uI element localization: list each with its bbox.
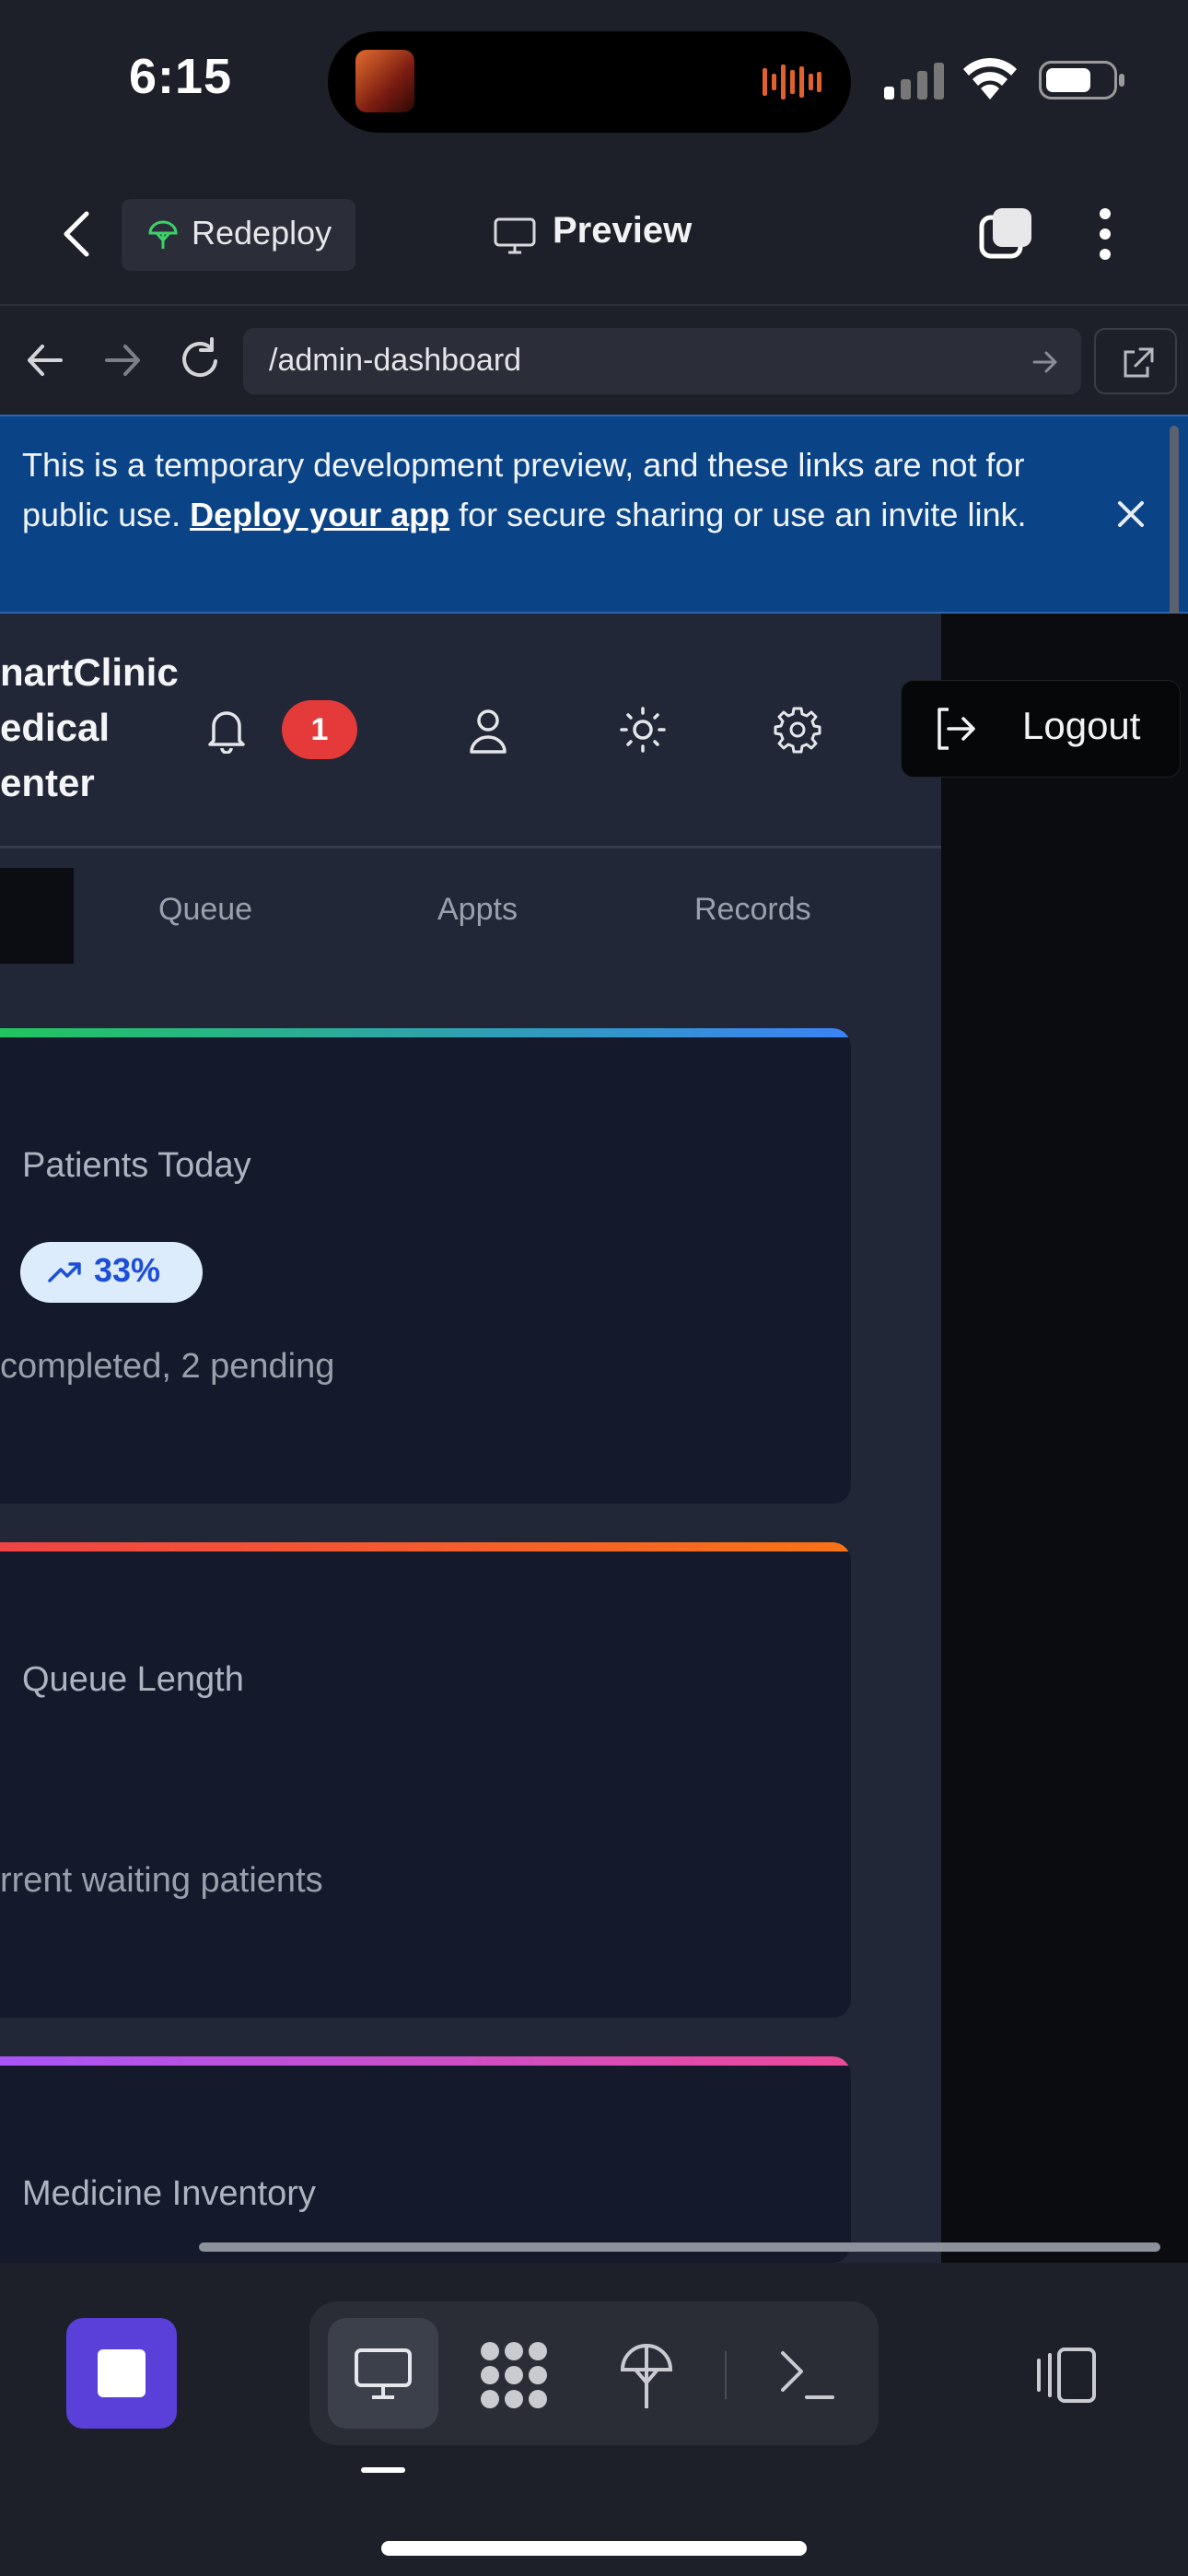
tabs-icon[interactable] xyxy=(978,205,1035,262)
user-icon[interactable] xyxy=(466,708,510,754)
clinic-name: nartClinic edical enter xyxy=(0,645,179,811)
trend-value: 33% xyxy=(94,1251,161,1289)
queue-length-card xyxy=(0,1542,851,2018)
logout-label: Logout xyxy=(1022,704,1141,747)
redeploy-label: Redeploy xyxy=(192,214,332,252)
shell-icon[interactable] xyxy=(779,2346,834,2405)
preview-title: Preview xyxy=(553,210,693,251)
more-options-icon[interactable] xyxy=(1096,206,1114,262)
tab-records[interactable]: Records xyxy=(694,892,811,928)
preview-icon xyxy=(355,2348,412,2399)
nav-forward-icon[interactable] xyxy=(103,343,142,378)
stop-button[interactable] xyxy=(66,2318,177,2429)
back-icon[interactable] xyxy=(57,208,98,260)
banner-text-after: for secure sharing or use an invite link… xyxy=(449,496,1027,533)
battery-icon xyxy=(1039,61,1124,100)
url-go-icon[interactable] xyxy=(1031,348,1059,376)
trend-up-icon xyxy=(48,1262,81,1282)
wifi-icon xyxy=(963,57,1017,100)
gear-icon[interactable] xyxy=(774,706,821,754)
clinic-name-line: edical xyxy=(0,706,111,749)
tab-queue[interactable]: Queue xyxy=(158,892,252,928)
deploy-app-link[interactable]: Deploy your app xyxy=(190,496,449,533)
clinic-name-line: nartClinic xyxy=(0,650,179,694)
now-playing-artwork xyxy=(355,50,414,112)
status-time: 6:15 xyxy=(129,49,233,104)
cellular-signal-icon xyxy=(884,63,944,100)
tab-active[interactable] xyxy=(0,868,74,964)
card-accent-stripe xyxy=(0,1028,851,1037)
card-subtitle: rrent waiting patients xyxy=(0,1861,323,1900)
tool-preview-button[interactable] xyxy=(328,2318,438,2429)
logout-icon xyxy=(938,708,975,750)
card-title: Medicine Inventory xyxy=(22,2174,316,2213)
bell-icon[interactable] xyxy=(203,706,250,754)
toolbar-separator xyxy=(725,2351,727,2399)
clinic-name-line: enter xyxy=(0,761,95,804)
reload-icon[interactable] xyxy=(179,337,221,381)
card-title: Queue Length xyxy=(22,1660,244,1699)
card-accent-stripe xyxy=(0,2056,851,2066)
close-icon[interactable] xyxy=(1114,498,1147,531)
layout-icon[interactable] xyxy=(1031,2346,1098,2405)
workflow-icon[interactable] xyxy=(479,2340,549,2410)
banner-message: This is a temporary development preview,… xyxy=(22,440,1063,540)
notification-badge: 1 xyxy=(282,700,357,759)
nav-back-icon[interactable] xyxy=(26,343,64,378)
card-title: Patients Today xyxy=(22,1146,251,1185)
card-subtitle: completed, 2 pending xyxy=(0,1347,335,1386)
deploy-icon[interactable] xyxy=(619,2338,674,2412)
home-indicator[interactable] xyxy=(381,2541,807,2556)
horizontal-scrollbar[interactable] xyxy=(199,2242,1160,2252)
page-overflow-area xyxy=(941,614,1188,2263)
audio-waveform-icon xyxy=(763,64,821,100)
redeploy-icon xyxy=(148,220,178,249)
url-text: /admin-dashboard xyxy=(269,343,522,378)
preview-icon xyxy=(494,217,536,254)
header-divider xyxy=(0,846,941,849)
open-external-button[interactable] xyxy=(1094,328,1177,394)
card-accent-stripe xyxy=(0,1542,851,1551)
tab-appts[interactable]: Appts xyxy=(437,892,518,928)
open-external-icon xyxy=(1124,347,1154,378)
active-tool-indicator xyxy=(361,2467,405,2473)
medicine-inventory-card xyxy=(0,2056,851,2263)
sun-icon[interactable] xyxy=(619,706,667,754)
